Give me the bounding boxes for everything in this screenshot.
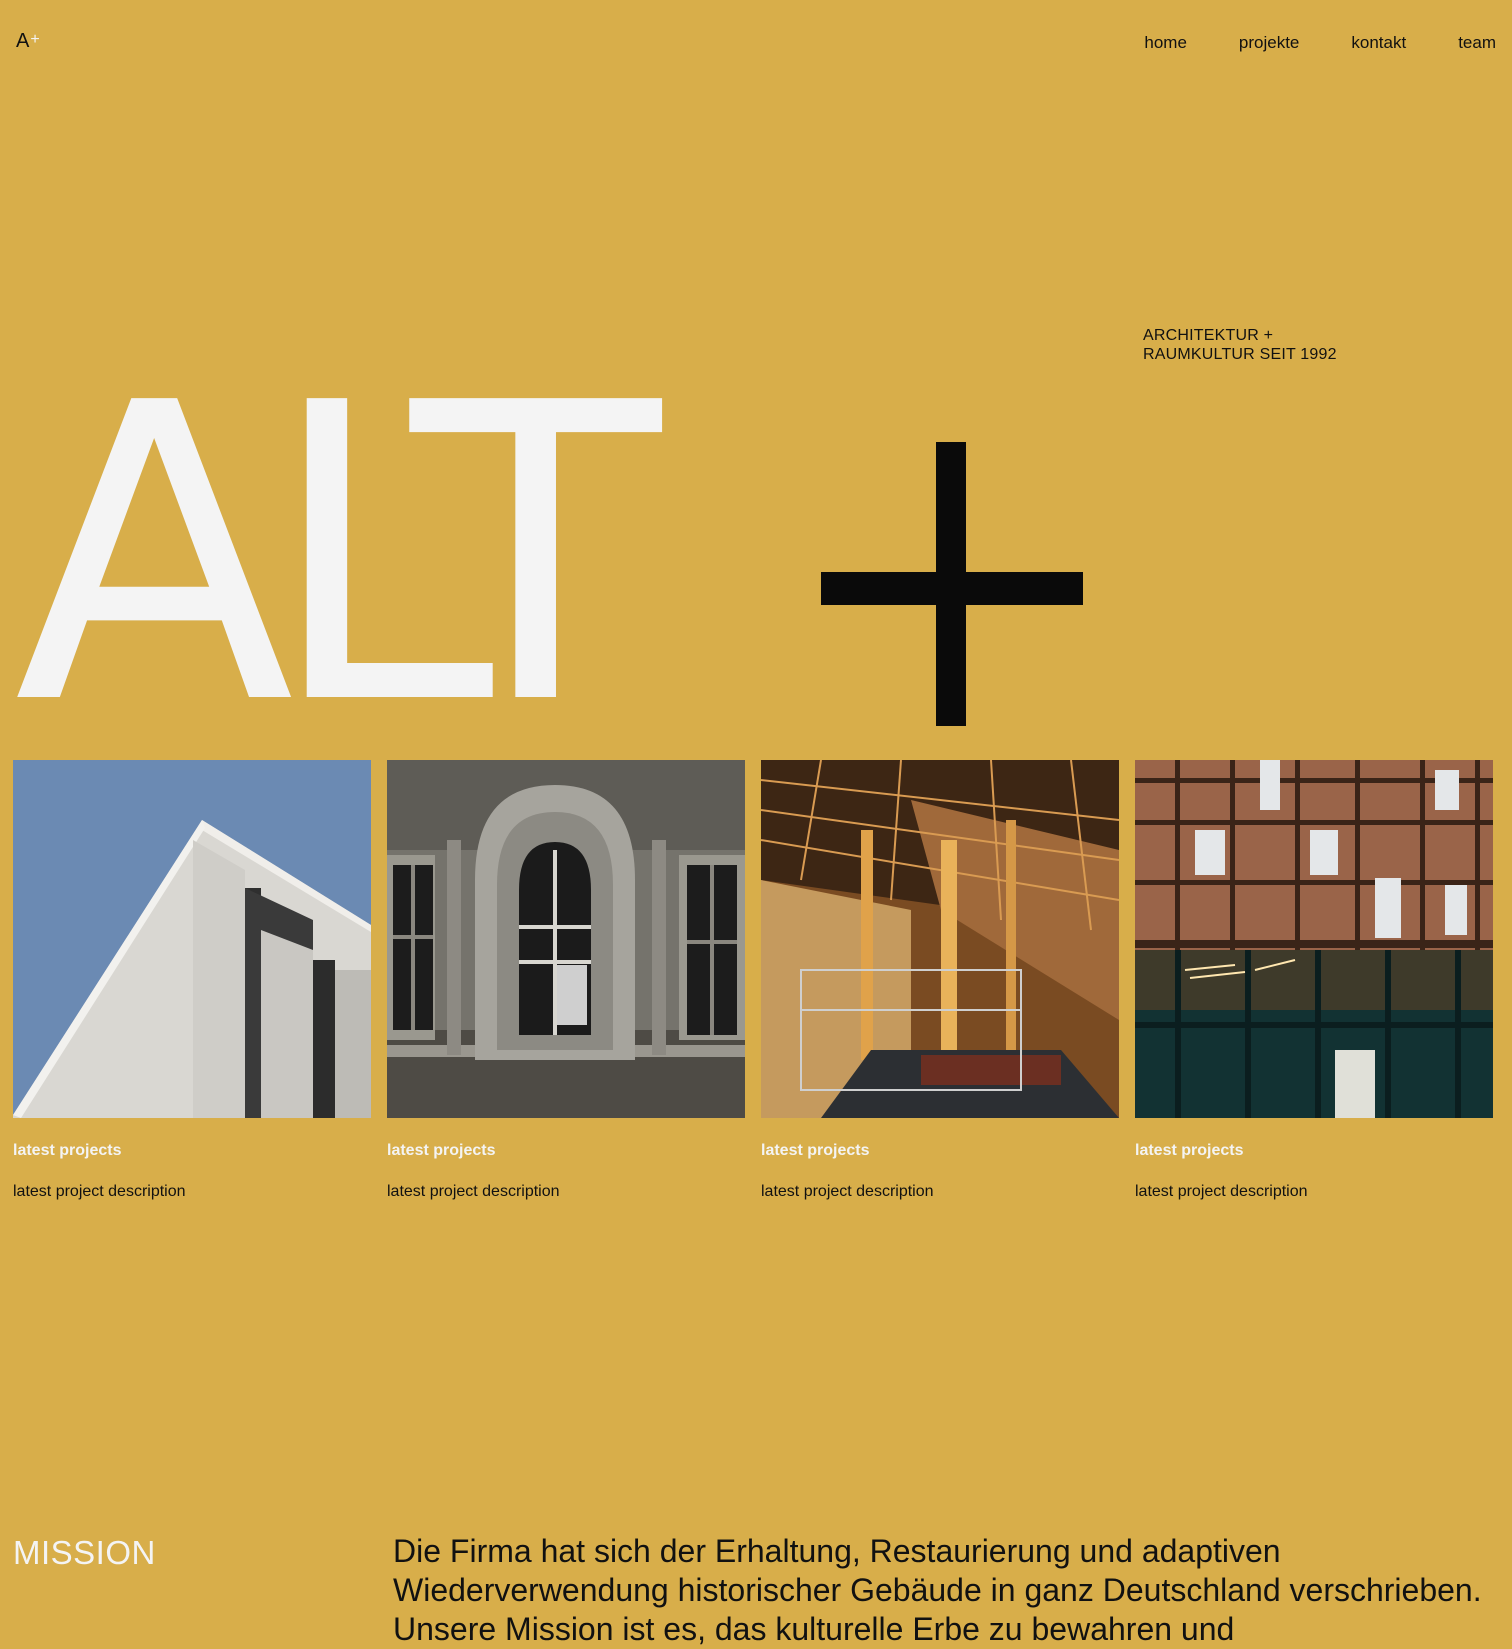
project-card[interactable]: latest projects latest project descripti… xyxy=(387,760,745,1201)
project-image-industrial-interior[interactable] xyxy=(761,760,1119,1118)
tagline-line-2: RAUMKULTUR SEIT 1992 xyxy=(1143,346,1337,363)
mission-heading: MISSION xyxy=(13,1534,156,1571)
nav-kontakt[interactable]: kontakt xyxy=(1351,33,1406,53)
project-image-historic-facade[interactable] xyxy=(387,760,745,1118)
logo[interactable]: A + xyxy=(16,30,40,53)
project-title[interactable]: latest projects xyxy=(1135,1142,1493,1160)
project-description: latest project description xyxy=(761,1183,934,1200)
nav-projekte[interactable]: projekte xyxy=(1239,33,1299,53)
logo-letter: A xyxy=(16,30,30,52)
project-description: latest project description xyxy=(387,1183,560,1200)
project-image-copper-facade[interactable] xyxy=(1135,760,1493,1118)
tagline-line-1: ARCHITEKTUR + xyxy=(1143,327,1274,344)
project-description: latest project description xyxy=(13,1183,186,1200)
project-card[interactable]: latest projects latest project descripti… xyxy=(761,760,1119,1201)
project-title[interactable]: latest projects xyxy=(13,1142,371,1160)
project-card[interactable]: latest projects latest project descripti… xyxy=(13,760,371,1201)
project-description: latest project description xyxy=(1135,1183,1308,1200)
main-nav: home projekte kontakt team xyxy=(1092,33,1496,53)
project-title[interactable]: latest projects xyxy=(387,1142,745,1160)
mission-text: Die Firma hat sich der Erhaltung, Restau… xyxy=(393,1533,1482,1647)
project-image-modern-building[interactable] xyxy=(13,760,371,1118)
tagline: ARCHITEKTUR + RAUMKULTUR SEIT 1992 xyxy=(1143,326,1337,364)
hero-wordmark: ALT xyxy=(14,316,661,794)
nav-home[interactable]: home xyxy=(1144,33,1187,53)
nav-team[interactable]: team xyxy=(1458,33,1496,53)
logo-plus-icon: + xyxy=(30,31,40,48)
project-title[interactable]: latest projects xyxy=(761,1142,1119,1160)
project-card[interactable]: latest projects latest project descripti… xyxy=(1135,760,1493,1201)
